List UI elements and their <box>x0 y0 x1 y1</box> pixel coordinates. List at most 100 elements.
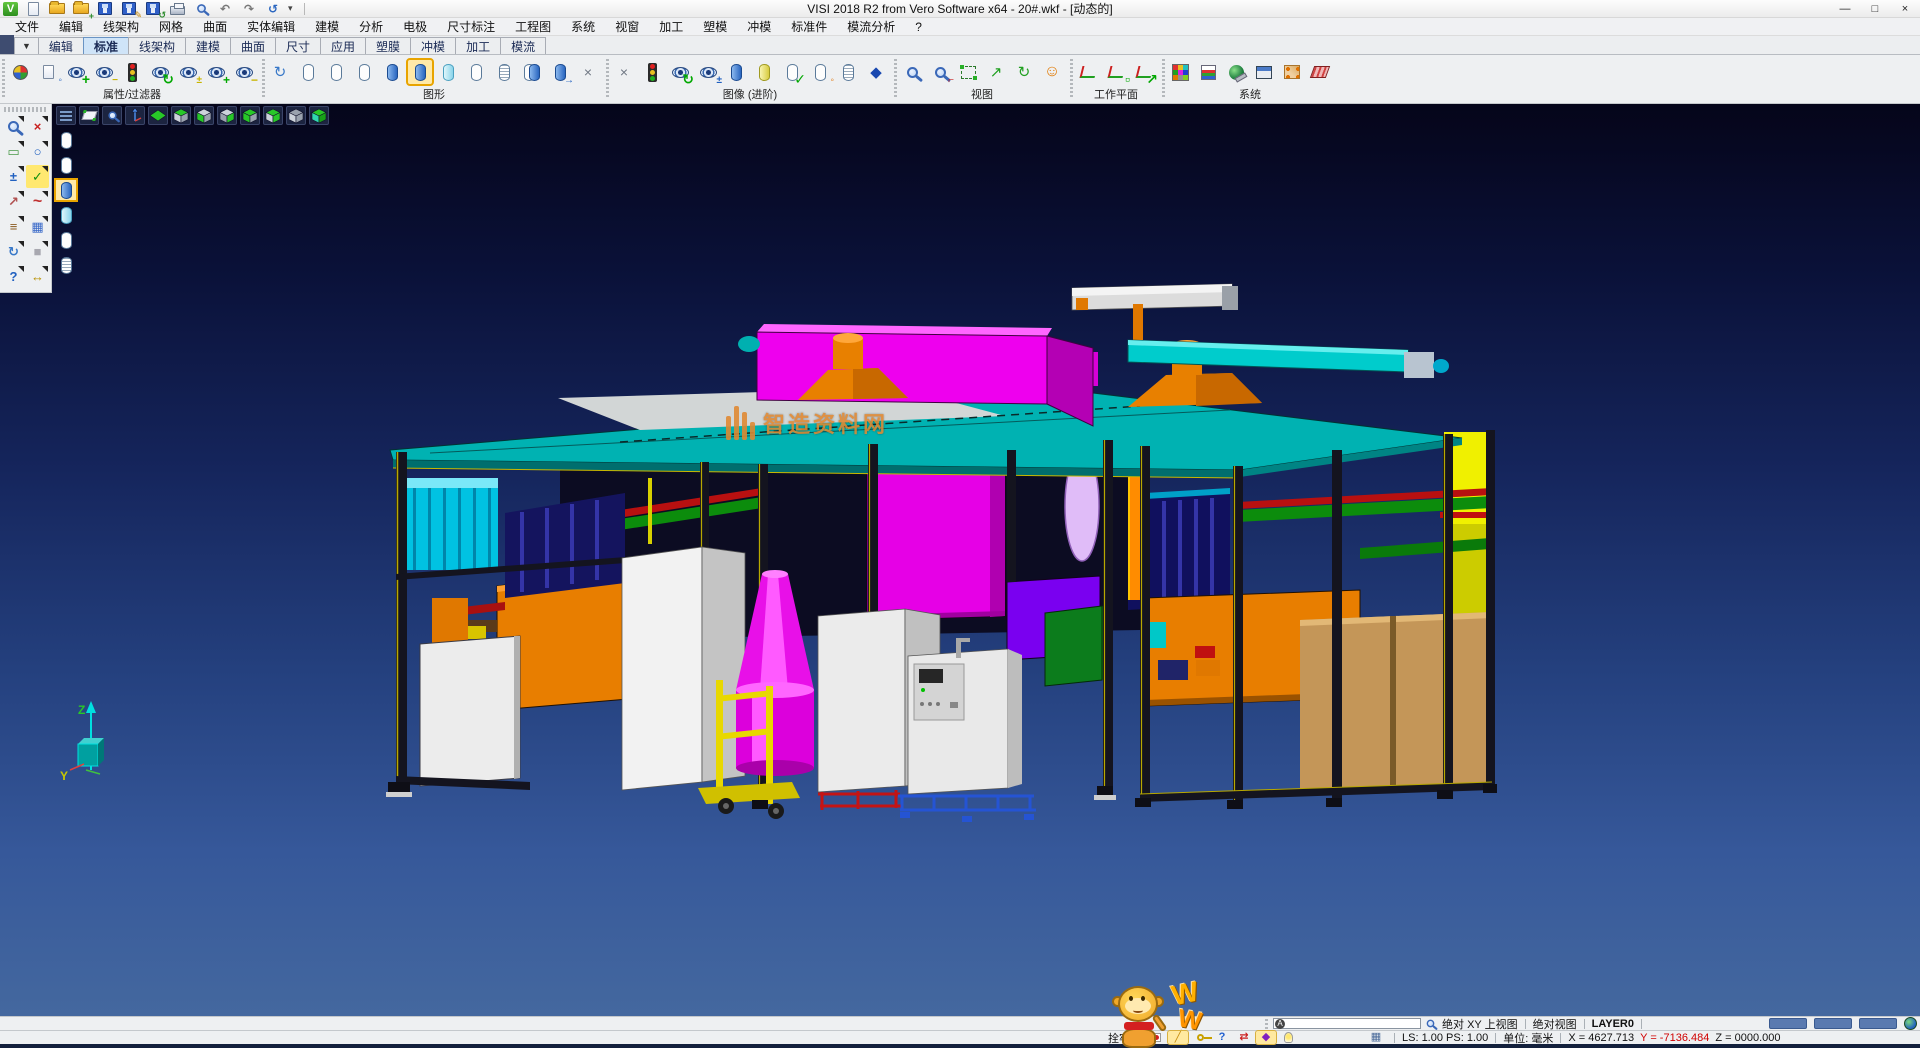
regenerate-icon[interactable]: ↻ <box>2 240 25 263</box>
tab-dropdown-icon[interactable]: ▼ <box>14 37 39 54</box>
grid-settings-icon[interactable] <box>1308 60 1332 84</box>
menu-item-standard-parts[interactable]: 标准件 <box>782 17 836 36</box>
menu-item-analysis[interactable]: 分析 <box>350 17 392 36</box>
system-settings-icon[interactable] <box>1224 60 1248 84</box>
tab-mold[interactable]: 塑膜 <box>365 37 411 54</box>
visi-logo-icon[interactable]: V <box>3 2 18 16</box>
render-settings-icon[interactable]: × <box>576 60 600 84</box>
menu-item-drafting[interactable]: 工程图 <box>506 17 560 36</box>
strip-shaded-icon[interactable] <box>56 180 76 200</box>
filter-traffic-light-icon[interactable] <box>120 60 144 84</box>
context-help-icon[interactable]: ? <box>1212 1031 1232 1044</box>
menu-item-help[interactable]: ? <box>906 19 931 35</box>
maximize-button[interactable]: □ <box>1860 0 1890 17</box>
rotate-view-icon[interactable]: ↻ <box>1012 60 1036 84</box>
strip-transparent-icon[interactable] <box>56 205 76 225</box>
dashed-hidden-mode-icon[interactable] <box>352 60 376 84</box>
navigate-back-icon[interactable]: ↺ <box>264 1 282 17</box>
refresh-graphics-icon[interactable]: ↻ <box>268 60 292 84</box>
workplane-face-icon[interactable] <box>79 106 99 125</box>
lock-label[interactable]: 拴牢 <box>1108 1030 1130 1046</box>
measure-distance-icon[interactable]: ↔ <box>26 265 49 288</box>
workplane-align-icon[interactable]: ↗ <box>1132 60 1156 84</box>
zoom-extent-icon[interactable]: ± <box>2 165 25 188</box>
print-preview-icon[interactable] <box>192 1 210 17</box>
color-table-icon[interactable] <box>1196 60 1220 84</box>
menu-item-die[interactable]: 冲模 <box>738 17 780 36</box>
tab-apply[interactable]: 应用 <box>320 37 366 54</box>
tab-die[interactable]: 冲模 <box>410 37 456 54</box>
zoom-window-icon[interactable]: ⌐ <box>928 60 952 84</box>
wire-view-icon[interactable] <box>836 60 860 84</box>
menu-item-file[interactable]: 文件 <box>6 17 48 36</box>
refresh-image-icon[interactable]: ↻ <box>668 60 692 84</box>
mesh-mode-icon[interactable] <box>492 60 516 84</box>
menu-item-mesh[interactable]: 网格 <box>150 17 192 36</box>
tab-standard[interactable]: 标准 <box>83 37 129 54</box>
transform-arrows-icon[interactable]: ⇄ <box>1234 1031 1254 1044</box>
shaded-edges-mode-icon[interactable] <box>408 60 432 84</box>
shaded-mode-icon[interactable] <box>380 60 404 84</box>
edit-pencil-icon[interactable]: ╱ <box>1168 1031 1188 1044</box>
entity-attributes-icon[interactable]: ◦ <box>36 60 60 84</box>
paint-filter-icon[interactable] <box>8 60 32 84</box>
layers-palette-icon[interactable]: ≡ <box>2 215 25 238</box>
solid-cube-icon[interactable]: ■ <box>26 240 49 263</box>
import-file-icon[interactable]: + <box>72 1 90 17</box>
transparent-mode-icon[interactable] <box>436 60 460 84</box>
globe-icon[interactable] <box>1904 1017 1917 1030</box>
zoom-select-icon[interactable] <box>2 115 25 138</box>
key-icon[interactable] <box>1190 1031 1210 1044</box>
solid-view-icon[interactable] <box>724 60 748 84</box>
hidden-line-mode-icon[interactable] <box>324 60 348 84</box>
tab-surface[interactable]: 曲面 <box>230 37 276 54</box>
ucs-axis-icon[interactable]: ↗ <box>2 190 25 213</box>
layer-list-icon[interactable] <box>56 106 76 125</box>
draw-curve-icon[interactable]: ~ <box>26 190 49 213</box>
strip-hidden-line-icon[interactable] <box>56 155 76 175</box>
control-machine[interactable] <box>908 638 1022 794</box>
view-front-icon[interactable] <box>217 106 237 125</box>
view-top-icon[interactable] <box>148 106 168 125</box>
refresh-visibility-icon[interactable]: ↻ <box>148 60 172 84</box>
snap-settings-icon[interactable] <box>1280 60 1304 84</box>
view-right-icon[interactable] <box>240 106 260 125</box>
dynamic-zoom-icon[interactable] <box>102 106 122 125</box>
toggle-visibility-icon[interactable]: ± <box>176 60 200 84</box>
palette-drag-handle[interactable] <box>4 107 47 112</box>
mini-cube-icon[interactable]: ◆ <box>1256 1031 1276 1044</box>
grid-panel-icon[interactable]: ▦ <box>26 215 49 238</box>
tab-wireframe[interactable]: 线架构 <box>128 37 186 54</box>
draw-circle-icon[interactable]: ○ <box>26 140 49 163</box>
render-smiley-icon[interactable]: ☺ <box>1040 60 1064 84</box>
ghost-mode-icon[interactable] <box>464 60 488 84</box>
overhead-beam[interactable] <box>1072 284 1238 340</box>
redo-icon[interactable]: ↷ <box>240 1 258 17</box>
layer-color-swatch[interactable] <box>1769 1018 1807 1029</box>
save-as-icon[interactable]: ✎ <box>120 1 138 17</box>
qat-dropdown-icon[interactable]: ▾ <box>288 3 298 14</box>
wireframe-mode-icon[interactable] <box>296 60 320 84</box>
new-file-icon[interactable] <box>24 1 42 17</box>
tab-machining[interactable]: 加工 <box>455 37 501 54</box>
active-layer-label[interactable]: LAYER0 <box>1592 1018 1634 1030</box>
help-icon[interactable]: ? <box>2 265 25 288</box>
view-back-icon[interactable] <box>263 106 283 125</box>
multi-view-mode-icon[interactable] <box>520 60 544 84</box>
options-panel-icon[interactable] <box>1252 60 1276 84</box>
menu-item-mold[interactable]: 塑模 <box>694 17 736 36</box>
plane-select-icon[interactable]: ▭ <box>2 140 25 163</box>
highlight-view-icon[interactable] <box>752 60 776 84</box>
tab-moldflow[interactable]: 模流 <box>500 37 546 54</box>
tab-edit[interactable]: 编辑 <box>38 37 84 54</box>
workplane-axis-icon[interactable] <box>1076 60 1100 84</box>
advanced-settings-icon[interactable]: × <box>612 60 636 84</box>
menu-item-modeling[interactable]: 建模 <box>306 17 348 36</box>
line-color-swatch[interactable] <box>1814 1018 1852 1029</box>
color-palette-icon[interactable] <box>1168 60 1192 84</box>
zoom-all-icon[interactable] <box>900 60 924 84</box>
strip-mesh-icon[interactable] <box>56 255 76 275</box>
hide-all-icon[interactable]: − <box>232 60 256 84</box>
axis-view-icon[interactable] <box>125 106 145 125</box>
menu-item-surface[interactable]: 曲面 <box>194 17 236 36</box>
